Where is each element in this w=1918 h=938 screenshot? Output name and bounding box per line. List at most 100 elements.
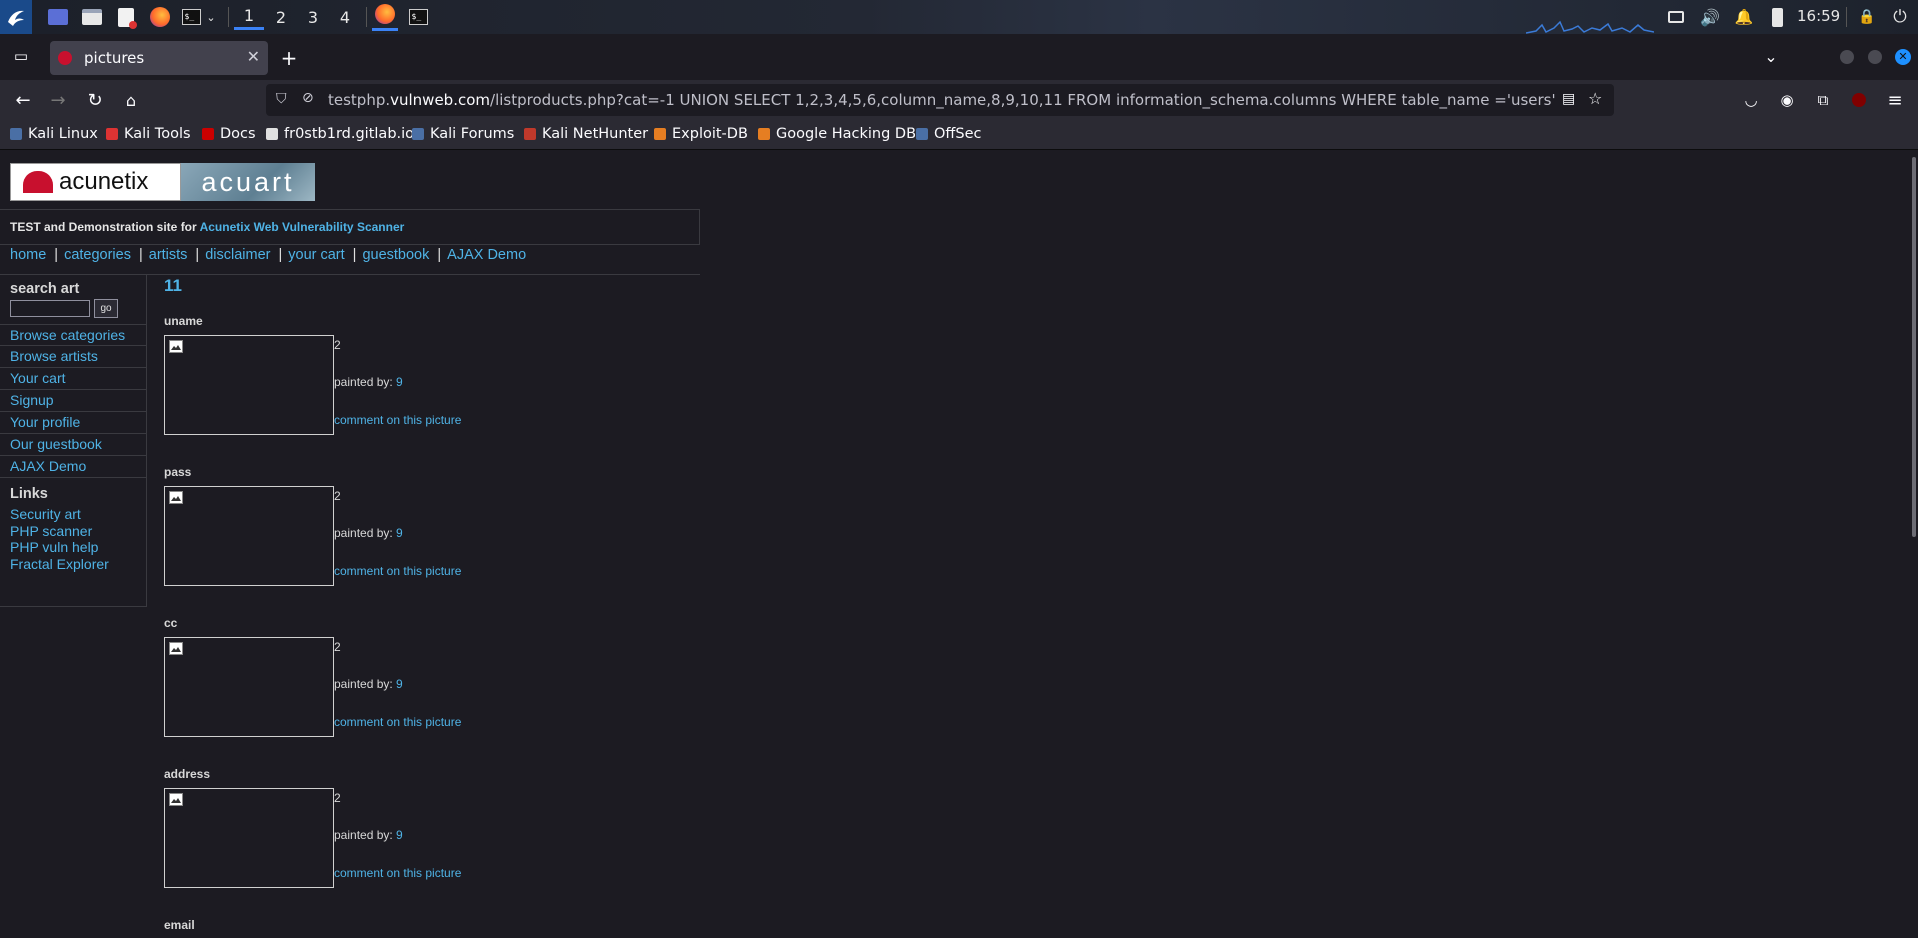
nav-your-cart[interactable]: your cart (288, 247, 344, 263)
sidebar-ajax-demo[interactable]: AJAX Demo (0, 456, 146, 478)
nav-guestbook[interactable]: guestbook (362, 247, 429, 263)
search-input[interactable] (10, 300, 90, 317)
link-security-art[interactable]: Security art (10, 506, 81, 522)
sidebar-browse-categories[interactable]: Browse categories (0, 324, 146, 346)
close-window-icon[interactable]: ✕ (1890, 45, 1916, 69)
notifications-icon[interactable]: 🔔 (1734, 0, 1754, 34)
bookmark-fr0stb1rd[interactable]: fr0stb1rd.gitlab.io (266, 126, 414, 142)
close-tab-icon[interactable]: ✕ (247, 47, 260, 66)
tagline-link[interactable]: Acunetix Web Vulnerability Scanner (200, 220, 405, 234)
account-icon[interactable]: ◉ (1774, 88, 1800, 112)
product-title[interactable]: uname (164, 314, 203, 328)
bookmark-kali-nethunter[interactable]: Kali NetHunter (524, 126, 648, 142)
workspace-4[interactable]: 4 (330, 4, 360, 30)
url-host-prefix: testphp. (328, 91, 391, 109)
file-manager-icon[interactable] (80, 0, 104, 34)
back-icon[interactable]: ← (10, 88, 36, 112)
sidebar-browse-artists[interactable]: Browse artists (0, 346, 146, 368)
maximize-window-icon[interactable] (1862, 45, 1888, 69)
workspace-2[interactable]: 2 (266, 4, 296, 30)
pocket-icon[interactable]: ◡ (1738, 88, 1764, 112)
kali-forums-icon (412, 128, 424, 140)
tab-pictures[interactable]: pictures ✕ (50, 41, 268, 75)
nav-categories[interactable]: categories (64, 247, 131, 263)
link-php-vuln-help[interactable]: PHP vuln help (10, 539, 98, 555)
nav-ajax-demo[interactable]: AJAX Demo (447, 247, 526, 263)
workspace-3[interactable]: 3 (298, 4, 328, 30)
bookmark-kali-forums[interactable]: Kali Forums (412, 126, 514, 142)
comment-link[interactable]: comment on this picture (334, 715, 461, 729)
bookmark-google-hacking-db[interactable]: Google Hacking DB (758, 126, 916, 142)
show-desktop-icon[interactable] (46, 0, 70, 34)
terminal-task-icon[interactable]: $_ (406, 0, 430, 34)
kali-menu-icon[interactable] (0, 0, 32, 34)
sidebar-signup[interactable]: Signup (0, 390, 146, 412)
site-logo[interactable]: acunetix acuart (10, 163, 315, 201)
bookmark-kali-tools[interactable]: Kali Tools (106, 126, 191, 142)
acuart-logo: acuart (181, 163, 315, 201)
link-fractal-explorer[interactable]: Fractal Explorer (10, 556, 109, 572)
chevron-down-icon[interactable]: ⌄ (204, 0, 218, 34)
bookmark-offsec[interactable]: OffSec (916, 126, 982, 142)
artist-link[interactable]: 9 (396, 375, 403, 389)
comment-link[interactable]: comment on this picture (334, 866, 461, 880)
nav-disclaimer[interactable]: disclaimer (205, 247, 270, 263)
artist-link[interactable]: 9 (396, 526, 403, 540)
terminal-launcher-icon[interactable]: $_ (180, 0, 202, 34)
artist-link[interactable]: 9 (396, 828, 403, 842)
display-icon[interactable] (1664, 0, 1688, 34)
comment-link[interactable]: comment on this picture (334, 564, 461, 578)
menu-icon[interactable]: ≡ (1882, 88, 1908, 112)
go-button[interactable]: go (94, 299, 118, 318)
not-secure-icon[interactable]: ⊘ (302, 90, 314, 106)
new-tab-icon[interactable]: + (276, 46, 302, 70)
ublock-origin-icon[interactable] (1846, 88, 1872, 112)
firefox-launcher-icon[interactable] (148, 0, 172, 34)
bookmark-star-icon[interactable]: ☆ (1588, 89, 1602, 108)
forward-icon[interactable]: → (45, 88, 71, 112)
power-icon[interactable]: ⏻ (1888, 0, 1912, 34)
product-title[interactable]: cc (164, 616, 177, 630)
battery-icon[interactable] (1768, 0, 1786, 34)
search-heading: search art (10, 281, 80, 297)
product-title[interactable]: email (164, 918, 195, 932)
product-thumbnail[interactable] (164, 637, 334, 737)
list-all-tabs-icon[interactable]: ⌄ (1758, 44, 1784, 68)
product-title[interactable]: address (164, 767, 210, 781)
bookmark-kali-linux[interactable]: Kali Linux (10, 126, 98, 142)
product-thumbnail[interactable] (164, 486, 334, 586)
cpu-graph-icon (1526, 20, 1654, 34)
extensions-icon[interactable]: ⧉ (1810, 88, 1836, 112)
tab-overview-icon[interactable]: ▭ (8, 44, 34, 68)
lock-icon[interactable]: 🔒 (1856, 0, 1878, 34)
link-php-scanner[interactable]: PHP scanner (10, 523, 92, 539)
url-text[interactable]: testphp.vulnweb.com/listproducts.php?cat… (328, 91, 1556, 109)
volume-icon[interactable]: 🔊 (1698, 0, 1722, 34)
sidebar-your-cart[interactable]: Your cart (0, 368, 146, 390)
artist-link[interactable]: 9 (396, 677, 403, 691)
url-bar[interactable]: ⛉ ⊘ testphp.vulnweb.com/listproducts.php… (266, 84, 1614, 116)
page-scrollbar[interactable] (1912, 157, 1916, 537)
workspace-1[interactable]: 1 (234, 4, 264, 30)
shield-icon[interactable]: ⛉ (276, 91, 287, 107)
firefox-task-icon[interactable] (372, 0, 398, 31)
product-thumbnail[interactable] (164, 788, 334, 888)
sidebar-our-guestbook[interactable]: Our guestbook (0, 434, 146, 456)
comment-link[interactable]: comment on this picture (334, 413, 461, 427)
bookmark-docs[interactable]: Docs (202, 126, 256, 142)
bookmark-exploit-db[interactable]: Exploit-DB (654, 126, 748, 142)
product-thumbnail[interactable] (164, 335, 334, 435)
reload-icon[interactable]: ↻ (82, 88, 108, 112)
minimize-window-icon[interactable] (1834, 45, 1860, 69)
broken-image-icon (169, 340, 183, 353)
reader-view-icon[interactable]: ▤ (1562, 91, 1575, 107)
product-title[interactable]: pass (164, 465, 191, 479)
text-editor-icon[interactable] (114, 0, 138, 34)
nav-home[interactable]: home (10, 247, 46, 263)
product-price: 2 (334, 791, 341, 805)
panel-clock[interactable]: 16:59 (1797, 7, 1840, 25)
nav-artists[interactable]: artists (149, 247, 188, 263)
bookmark-label: OffSec (934, 126, 982, 142)
home-icon[interactable]: ⌂ (118, 88, 144, 112)
sidebar-your-profile[interactable]: Your profile (0, 412, 146, 434)
